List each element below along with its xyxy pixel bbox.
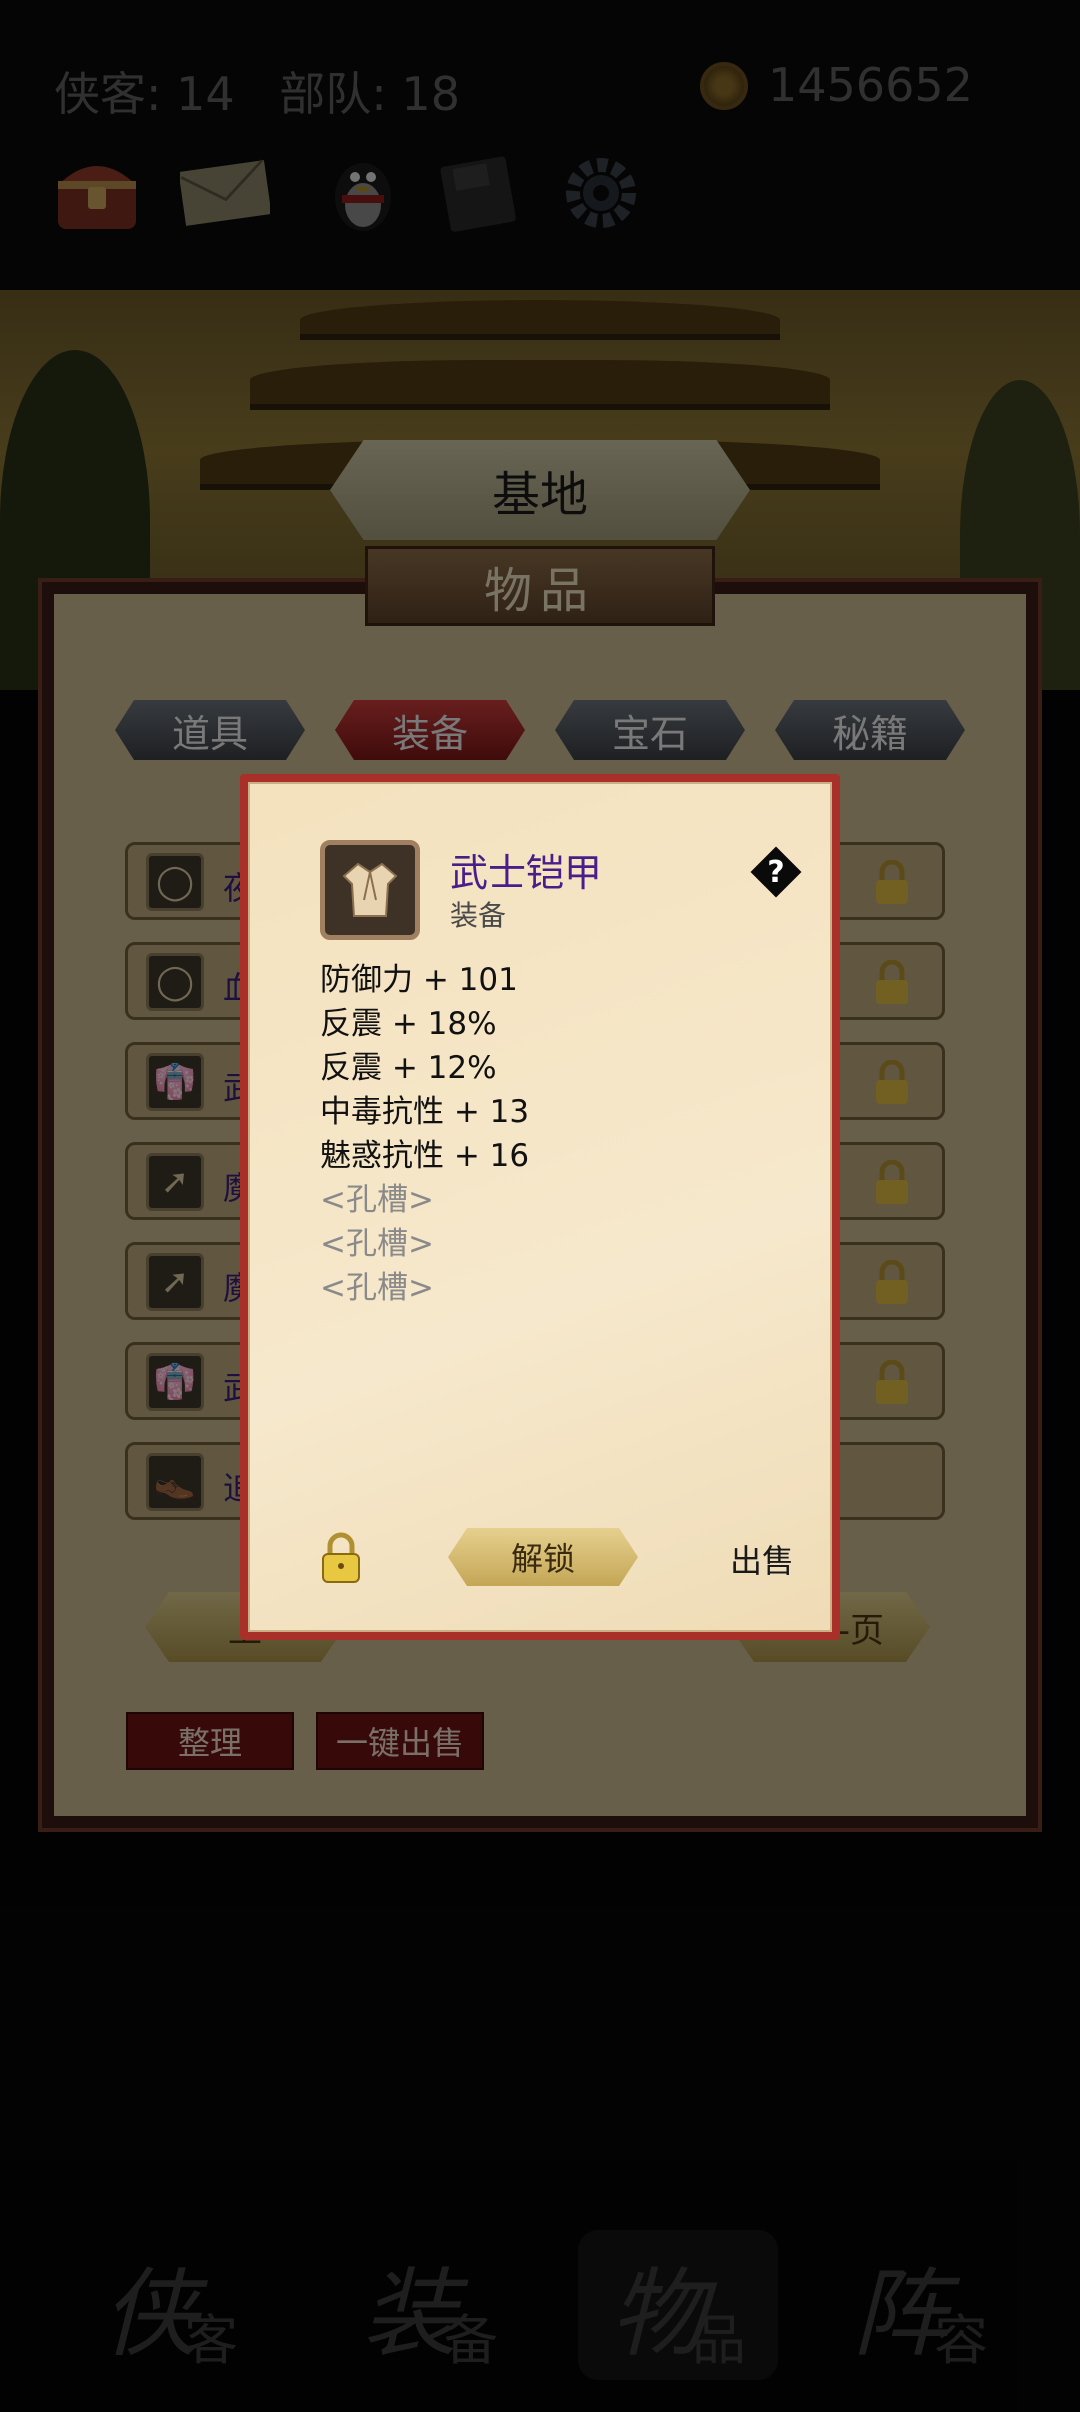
tab-equipment[interactable]: 装备: [335, 700, 525, 760]
nav-heroes[interactable]: 侠 客: [70, 2230, 270, 2380]
heroes-count: 14: [176, 67, 235, 121]
nav-equipment-glyph-small: 备: [444, 2308, 498, 2372]
popup-paper: 武士铠甲 装备 ? 防御力 + 101 反震 + 18% 反震 + 12% 中毒…: [248, 782, 832, 1632]
top-bar: [0, 0, 1080, 290]
robe-icon: 👘: [146, 1053, 204, 1111]
qq-penguin-icon[interactable]: [318, 148, 408, 238]
ring-icon: ◯: [146, 953, 204, 1011]
sort-button[interactable]: 整理: [126, 1712, 294, 1770]
help-icon[interactable]: ?: [750, 846, 802, 898]
nav-items[interactable]: 物 品: [578, 2230, 778, 2380]
arrow-icon: ➚: [146, 1153, 204, 1211]
mail-icon[interactable]: [180, 148, 270, 238]
armor-robe-icon: [320, 840, 420, 940]
unlock-button[interactable]: 解锁: [448, 1528, 638, 1586]
lock-icon[interactable]: [862, 857, 922, 909]
item-name-title: 武士铠甲: [450, 851, 603, 895]
nav-lineup-glyph-small: 容: [934, 2308, 988, 2372]
lock-icon[interactable]: [862, 957, 922, 1009]
lock-icon[interactable]: [320, 1532, 368, 1588]
svg-text:?: ?: [767, 855, 784, 890]
nav-equipment[interactable]: 装 备: [330, 2230, 530, 2380]
stat-line: 反震 + 18%: [320, 1006, 497, 1042]
sell-all-button[interactable]: 一键出售: [316, 1712, 484, 1770]
heroes-stat: 侠客: 14 部队: 18: [54, 58, 460, 124]
nav-items-glyph-small: 品: [692, 2308, 746, 2372]
tab-gems[interactable]: 宝石: [555, 700, 745, 760]
save-disk-icon[interactable]: [434, 148, 524, 238]
treasure-chest-icon[interactable]: [52, 148, 142, 238]
troops-label: 部队:: [279, 67, 387, 121]
coin-count: 1456652: [768, 58, 973, 112]
stat-line: 反震 + 12%: [320, 1050, 497, 1086]
tab-manuals[interactable]: 秘籍: [775, 700, 965, 760]
ring-icon: ◯: [146, 853, 204, 911]
panel-title: 物品: [365, 546, 715, 626]
sell-button[interactable]: 出售: [730, 1536, 794, 1582]
coin-icon: [700, 62, 748, 110]
socket-slot: <孔槽>: [320, 1226, 434, 1262]
arrow-icon: ➚: [146, 1253, 204, 1311]
lock-icon[interactable]: [862, 1157, 922, 1209]
stat-line: 防御力 + 101: [320, 962, 518, 998]
lock-icon[interactable]: [862, 1257, 922, 1309]
item-type: 装备: [450, 899, 507, 932]
settings-gear-icon[interactable]: [556, 148, 646, 238]
shoe-icon: 👞: [146, 1453, 204, 1511]
tab-props[interactable]: 道具: [115, 700, 305, 760]
heroes-label: 侠客:: [54, 67, 162, 121]
robe-icon: 👘: [146, 1353, 204, 1411]
item-detail-popup: 武士铠甲 装备 ? 防御力 + 101 反震 + 18% 反震 + 12% 中毒…: [240, 774, 840, 1640]
troops-count: 18: [401, 67, 460, 121]
location-plaque: 基地: [330, 440, 750, 540]
nav-lineup[interactable]: 阵 容: [820, 2230, 1020, 2380]
nav-heroes-glyph-small: 客: [184, 2308, 238, 2372]
socket-slot: <孔槽>: [320, 1270, 434, 1306]
item-stats: 防御力 + 101 反震 + 18% 反震 + 12% 中毒抗性 + 13 魅惑…: [320, 958, 529, 1310]
lock-icon[interactable]: [862, 1357, 922, 1409]
stat-line: 中毒抗性 + 13: [320, 1094, 530, 1130]
stat-line: 魅惑抗性 + 16: [320, 1138, 530, 1174]
lock-icon[interactable]: [862, 1057, 922, 1109]
socket-slot: <孔槽>: [320, 1182, 434, 1218]
